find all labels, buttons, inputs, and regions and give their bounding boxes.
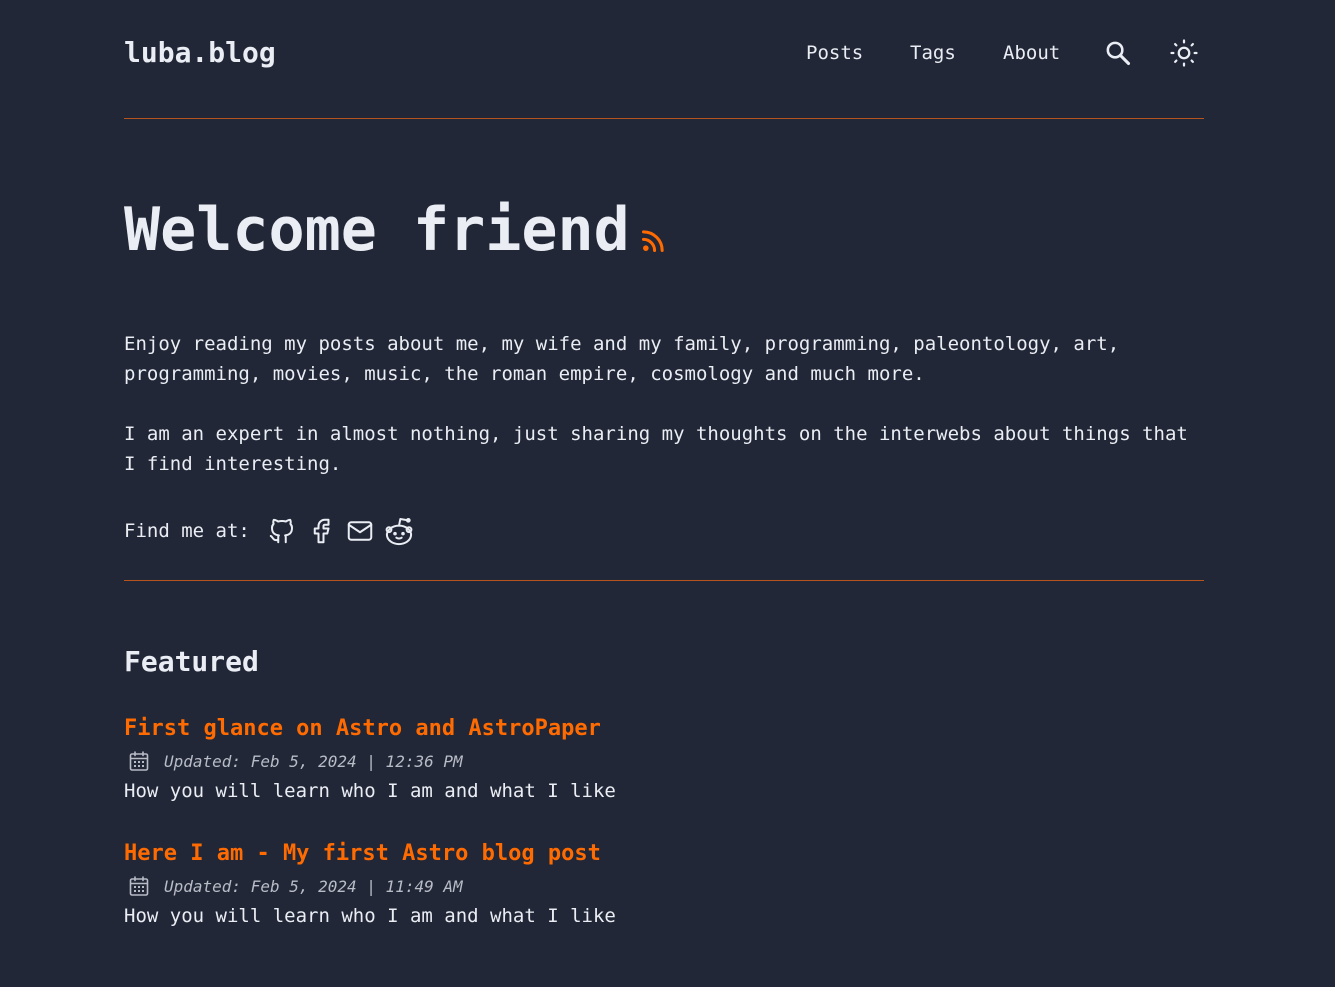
section-divider (124, 580, 1204, 581)
nav-tags[interactable]: Tags (910, 38, 956, 68)
theme-toggle-button[interactable] (1168, 37, 1200, 69)
rss-icon (641, 230, 664, 253)
calendar-icon (129, 751, 149, 771)
post-date: Updated: Feb 5, 2024 | 12:36 PM (164, 751, 463, 771)
github-icon (269, 518, 293, 544)
mail-link[interactable] (342, 513, 378, 549)
sun-icon (1170, 39, 1198, 67)
nav-about[interactable]: About (1003, 38, 1060, 68)
calendar-icon (129, 876, 149, 896)
featured-post: Here I am - My first Astro blog post Upd… (124, 839, 1024, 931)
site-logo[interactable]: luba.blog (124, 33, 276, 73)
mail-icon (347, 521, 373, 541)
reddit-icon (385, 518, 413, 546)
post-meta: Updated: Feb 5, 2024 | 12:36 PM (124, 746, 1024, 776)
social-label: Find me at: (124, 520, 250, 542)
hero-title: Welcome friend (124, 195, 630, 265)
post-title-link[interactable]: First glance on Astro and AstroPaper (124, 714, 1024, 744)
intro-paragraph: Enjoy reading my posts about me, my wife… (124, 333, 1120, 385)
post-description: How you will learn who I am and what I l… (124, 905, 616, 927)
post-title-link[interactable]: Here I am - My first Astro blog post (124, 839, 1024, 869)
expert-paragraph: I am an expert in almost nothing, just s… (124, 423, 1188, 475)
search-icon (1106, 41, 1131, 66)
reddit-link[interactable] (381, 513, 417, 549)
featured-heading: Featured (124, 645, 259, 678)
page: luba.blog Posts Tags About Welcome frien… (0, 0, 1335, 987)
facebook-icon (313, 518, 330, 544)
nav-posts[interactable]: Posts (806, 38, 863, 68)
post-description: How you will learn who I am and what I l… (124, 780, 616, 802)
social-links: Find me at: (124, 513, 420, 549)
github-link[interactable] (264, 513, 300, 549)
search-button[interactable] (1102, 37, 1134, 69)
featured-post: First glance on Astro and AstroPaper Upd… (124, 714, 1024, 806)
facebook-link[interactable] (303, 513, 339, 549)
header-divider (124, 118, 1204, 119)
post-date: Updated: Feb 5, 2024 | 11:49 AM (164, 876, 463, 896)
post-meta: Updated: Feb 5, 2024 | 11:49 AM (124, 871, 1024, 901)
